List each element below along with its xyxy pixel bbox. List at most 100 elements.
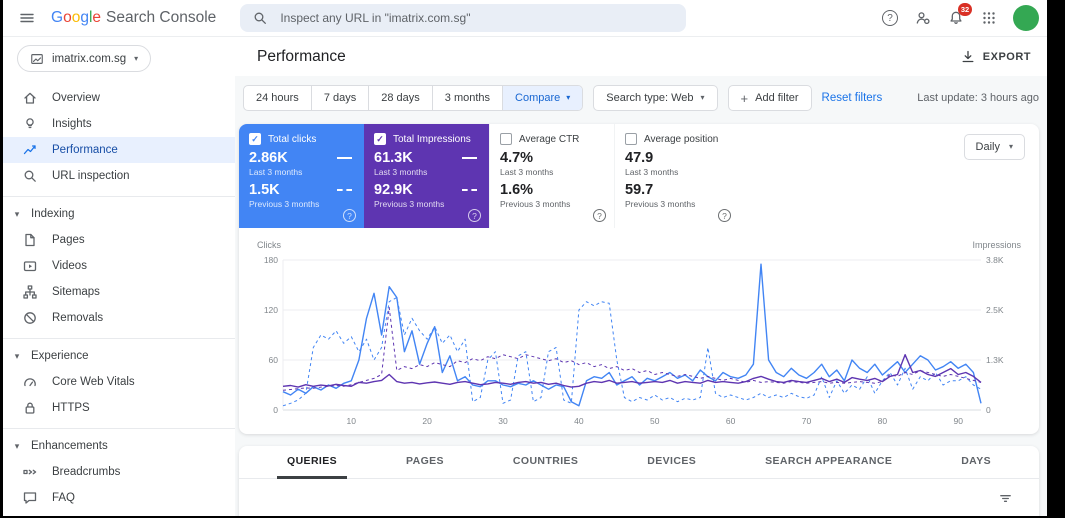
sidebar-item-label: Overview — [52, 92, 100, 104]
chevron-down-icon: ▾ — [700, 93, 705, 102]
sidebar-item-overview[interactable]: Overview — [3, 85, 235, 111]
sidebar-item-faq[interactable]: FAQ — [3, 485, 235, 511]
svg-text:90: 90 — [954, 416, 964, 426]
home-icon — [22, 90, 38, 106]
metric-label: Average position — [644, 133, 719, 145]
tab-countries[interactable]: COUNTRIES — [503, 446, 588, 479]
sidebar-item-performance[interactable]: Performance — [3, 137, 235, 163]
notifications-bell-icon[interactable]: 32 — [941, 3, 972, 33]
sidebar-item-label: Insights — [52, 118, 92, 130]
help-icon[interactable]: ? — [875, 3, 905, 33]
sidebar-item-removals[interactable]: Removals — [3, 305, 235, 331]
apps-grid-icon[interactable] — [974, 3, 1004, 33]
range-chip-24-hours[interactable]: 24 hours — [244, 86, 312, 110]
sidebar-section-label: Enhancements — [31, 440, 108, 452]
sidebar-item-videos[interactable]: Videos — [3, 253, 235, 279]
sidebar-section-experience[interactable]: ▾ Experience — [3, 343, 235, 369]
svg-text:2.5K: 2.5K — [986, 305, 1004, 315]
sitemap-icon — [22, 284, 38, 300]
svg-text:3.8K: 3.8K — [986, 255, 1004, 265]
metric-prev-value: 92.9K — [374, 182, 479, 198]
metric-card-average-position[interactable]: Average position 47.9 Last 3 months 59.7… — [614, 124, 739, 228]
sidebar-item-core-web-vitals[interactable]: Core Web Vitals — [3, 369, 235, 395]
hamburger-menu-icon[interactable] — [11, 2, 43, 34]
metric-checkbox[interactable]: ✓ — [249, 133, 261, 145]
tab-pages[interactable]: PAGES — [396, 446, 454, 479]
sidebar-item-label: Performance — [52, 144, 118, 156]
gauge-icon — [22, 374, 38, 390]
range-chip-7-days[interactable]: 7 days — [312, 86, 370, 110]
faq-icon — [22, 490, 38, 506]
metric-help-icon[interactable]: ? — [343, 209, 356, 222]
export-button[interactable]: EXPORT — [954, 45, 1037, 69]
metric-help-icon[interactable]: ? — [593, 209, 606, 222]
svg-text:10: 10 — [347, 416, 357, 426]
metric-value: 61.3K — [374, 150, 479, 166]
filter-rows-icon[interactable] — [991, 484, 1019, 512]
metric-help-icon[interactable]: ? — [468, 209, 481, 222]
solid-line-marker — [337, 157, 352, 159]
metric-label: Average CTR — [519, 133, 580, 145]
sidebar-item-breadcrumbs[interactable]: Breadcrumbs — [3, 459, 235, 485]
metric-card-average-ctr[interactable]: Average CTR 4.7% Last 3 months 1.6% Prev… — [489, 124, 614, 228]
add-filter-button[interactable]: + Add filter — [727, 85, 812, 111]
sidebar-item-label: HTTPS — [52, 402, 90, 414]
block-icon — [22, 310, 38, 326]
chevron-down-icon: ▾ — [1008, 142, 1013, 151]
sidebar-section-label: Experience — [31, 350, 89, 362]
sidebar-divider — [3, 428, 235, 429]
app-window: Google Search Console ? 32 — [3, 0, 1047, 516]
range-chip-3-months[interactable]: 3 months — [433, 86, 504, 110]
metric-help-icon[interactable]: ? — [718, 209, 731, 222]
sidebar-item-pages[interactable]: Pages — [3, 227, 235, 253]
sidebar-item-insights[interactable]: Insights — [3, 111, 235, 137]
sidebar-item-url-inspection[interactable]: URL inspection — [3, 163, 235, 189]
compare-chip[interactable]: Compare ▾ — [503, 86, 583, 110]
avatar[interactable] — [1013, 5, 1039, 31]
metric-checkbox[interactable]: ✓ — [374, 133, 386, 145]
metric-label: Total clicks — [268, 133, 317, 145]
search-type-chip[interactable]: Search type: Web ▾ — [593, 85, 718, 111]
sidebar-item-https[interactable]: HTTPS — [3, 395, 235, 421]
sidebar-item-label: Sitemaps — [52, 286, 100, 298]
metric-prev-period: Previous 3 months — [374, 199, 445, 209]
sidebar-section-enhancements[interactable]: ▾ Enhancements — [3, 433, 235, 459]
sidebar-section-indexing[interactable]: ▾ Indexing — [3, 201, 235, 227]
metric-card-total-clicks[interactable]: ✓ Total clicks 2.86K Last 3 months 1.5K … — [239, 124, 364, 228]
tab-queries[interactable]: QUERIES — [277, 446, 348, 479]
metric-card-total-impressions[interactable]: ✓ Total Impressions 61.3K Last 3 months … — [364, 124, 489, 228]
metric-period: Last 3 months — [249, 167, 303, 177]
metric-checkbox[interactable] — [500, 133, 512, 145]
tab-devices[interactable]: DEVICES — [637, 446, 706, 479]
app-logo: Google Search Console — [51, 9, 216, 27]
metric-period: Last 3 months — [374, 167, 428, 177]
sidebar-item-sitemaps[interactable]: Sitemaps — [3, 279, 235, 305]
svg-text:80: 80 — [878, 416, 888, 426]
reset-filters-link[interactable]: Reset filters — [822, 92, 883, 104]
property-selector[interactable]: imatrix.com.sg ▾ — [17, 45, 152, 72]
metric-value: 4.7% — [500, 150, 534, 166]
tab-search-appearance[interactable]: SEARCH APPEARANCE — [755, 446, 902, 479]
chevron-down-icon: ▾ — [14, 208, 20, 219]
svg-text:120: 120 — [264, 305, 278, 315]
svg-text:0: 0 — [986, 405, 991, 415]
svg-text:30: 30 — [498, 416, 508, 426]
metric-prev-period: Previous 3 months — [249, 199, 320, 209]
user-settings-icon[interactable] — [908, 3, 938, 33]
sidebar-item-label: Breadcrumbs — [52, 466, 121, 478]
metric-checkbox[interactable] — [625, 133, 637, 145]
chart-canvas[interactable]: 180 3.8K 120 2.5K 60 1.3K 0 0 10 20 30 40 50 60 70 80 90 — [255, 252, 1023, 432]
main-content: Performance EXPORT 24 hours 7 days 28 days… — [235, 37, 1047, 516]
range-chip-28-days[interactable]: 28 days — [369, 86, 433, 110]
video-icon — [22, 258, 38, 274]
metric-prev-period: Previous 3 months — [625, 199, 696, 209]
tab-days[interactable]: DAYS — [951, 446, 1001, 479]
granularity-select[interactable]: Daily ▾ — [963, 134, 1025, 160]
url-inspect-searchbar[interactable] — [240, 4, 687, 32]
url-inspect-input[interactable] — [278, 10, 675, 26]
sidebar-nav: Overview Insights Performance URL inspectio… — [3, 76, 235, 516]
metric-value: 2.86K — [249, 150, 354, 166]
lock-icon — [22, 400, 38, 416]
sidebar-item-label: Videos — [52, 260, 87, 272]
notification-badge: 32 — [958, 3, 972, 16]
